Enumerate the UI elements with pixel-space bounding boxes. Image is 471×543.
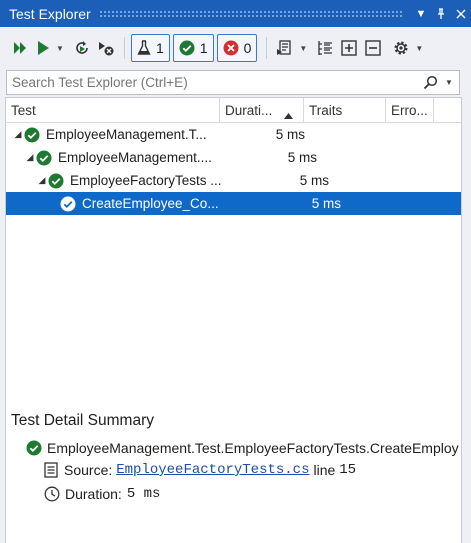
column-header-traits[interactable]: Traits [304,98,386,122]
clock-icon [44,486,60,502]
line-number: 15 [339,462,357,478]
playlist-button[interactable] [273,33,297,63]
column-header-label: Durati... [225,102,273,118]
source-file-icon [44,462,58,478]
test-duration: 5 ms [311,196,341,211]
run-all-tests-button[interactable] [8,33,32,63]
stop-run-icon [99,42,114,56]
source-file-link[interactable]: EmployeeFactoryTests.cs [116,462,309,478]
search-icon[interactable] [423,75,445,90]
tree-expander-icon[interactable]: ◢ [24,152,36,163]
total-count: 1 [156,40,164,56]
play-icon [38,41,49,55]
settings-dropdown-chevron-icon[interactable]: ▼ [413,33,425,63]
repeat-last-run-button[interactable] [70,33,94,63]
test-row[interactable]: CreateEmployee_Co... 5 ms [6,192,461,215]
duration-value: 5 ms [126,486,161,502]
passed-check-icon [26,440,42,456]
toolbar-separator [124,37,125,59]
close-icon[interactable] [451,3,471,25]
toolbar-separator [266,37,268,59]
hierarchy-icon [318,41,333,55]
playlist-dropdown-chevron-icon[interactable]: ▼ [297,33,309,63]
column-header-label: Traits [309,102,343,118]
tree-expander-icon[interactable]: ◢ [12,129,24,140]
test-name: EmployeeManagement.T... [46,127,207,142]
tree-expander-icon[interactable]: ◢ [36,175,48,186]
gear-icon [394,41,408,55]
test-name-cell: ◢ EmployeeManagement.T... [6,127,225,143]
test-rows: ◢ EmployeeManagement.T... 5 ms ◢ EmployeeMan… [6,123,461,215]
passed-check-icon [48,173,64,188]
run-tests-button[interactable] [32,33,54,63]
expand-all-button[interactable] [337,33,361,63]
passed-count: 1 [199,40,208,56]
test-duration: 5 ms [275,127,305,142]
repeat-run-icon [76,41,88,54]
collapse-all-button[interactable] [361,33,385,63]
column-header-test[interactable]: Test [6,98,220,122]
passed-check-icon [179,40,195,56]
group-by-button[interactable] [313,33,337,63]
test-row[interactable]: ◢ EmployeeManagement.T... 5 ms [6,123,461,146]
test-row[interactable]: ◢ EmployeeFactoryTests ... 5 ms [6,169,461,192]
test-row[interactable]: ◢ EmployeeManagement.... 5 ms [6,146,461,169]
summary-source-line: Source: EmployeeFactoryTests.cs line 15 [44,462,356,478]
test-name: CreateEmployee_Co... [82,196,219,211]
titlebar-grip[interactable] [98,10,403,17]
playlist-icon [277,40,292,55]
expand-all-icon [341,40,358,56]
column-header-label: Erro... [391,102,428,118]
tool-window-titlebar: Test Explorer ▼ [0,0,471,27]
test-list-grid: Test Durati... Traits Erro... ◢ EmployeeM… [5,97,462,409]
test-duration: 5 ms [287,150,317,165]
column-header-duration[interactable]: Durati... [220,98,304,122]
total-tests-filter-button[interactable]: 1 [131,34,170,62]
test-name-cell: CreateEmployee_Co... [6,196,261,212]
window-options-dropdown-icon[interactable]: ▼ [411,3,431,25]
sort-ascending-icon [284,107,293,122]
column-header-row: Test Durati... Traits Erro... [6,98,461,123]
passed-tests-filter-button[interactable]: 1 [172,34,214,62]
search-box[interactable]: ▼ [6,70,460,95]
summary-test-name-line: EmployeeManagement.Test.EmployeeFactoryT… [26,440,459,456]
summary-title: Test Detail Summary [11,412,154,429]
source-label: Source: [64,462,113,478]
failed-count: 0 [243,40,252,56]
test-name: EmployeeFactoryTests ... [70,173,222,188]
passed-check-icon [60,196,76,211]
column-header-error-message[interactable]: Erro... [386,98,434,122]
run-all-icon [14,42,26,54]
pin-icon[interactable] [431,3,451,25]
collapse-all-icon [365,40,382,56]
passed-check-icon [24,127,40,142]
column-header-label: Test [11,102,36,118]
settings-button[interactable] [389,33,413,63]
test-duration: 5 ms [299,173,329,188]
summary-test-full-name: EmployeeManagement.Test.EmployeeFactoryT… [47,440,459,456]
search-options-chevron-icon[interactable]: ▼ [445,78,459,87]
flask-icon [137,40,151,55]
passed-check-icon [36,150,52,165]
search-input[interactable] [7,74,423,91]
test-detail-summary-pane: Test Detail Summary EmployeeManagement.T… [5,405,462,543]
failed-tests-filter-button[interactable]: 0 [216,34,258,62]
run-dropdown-chevron-icon[interactable]: ▼ [54,33,66,63]
test-name: EmployeeManagement.... [58,150,212,165]
summary-duration-line: Duration: 5 ms [44,486,160,502]
failed-x-icon [223,40,239,56]
window-title: Test Explorer [9,5,91,22]
test-explorer-toolbar: ▼ 1 1 0 ▼ ▼ [0,28,471,68]
line-label: line [313,462,336,478]
test-name-cell: ◢ EmployeeFactoryTests ... [6,173,249,189]
cancel-run-button[interactable] [94,33,118,63]
duration-label: Duration: [65,486,122,502]
test-name-cell: ◢ EmployeeManagement.... [6,150,237,166]
